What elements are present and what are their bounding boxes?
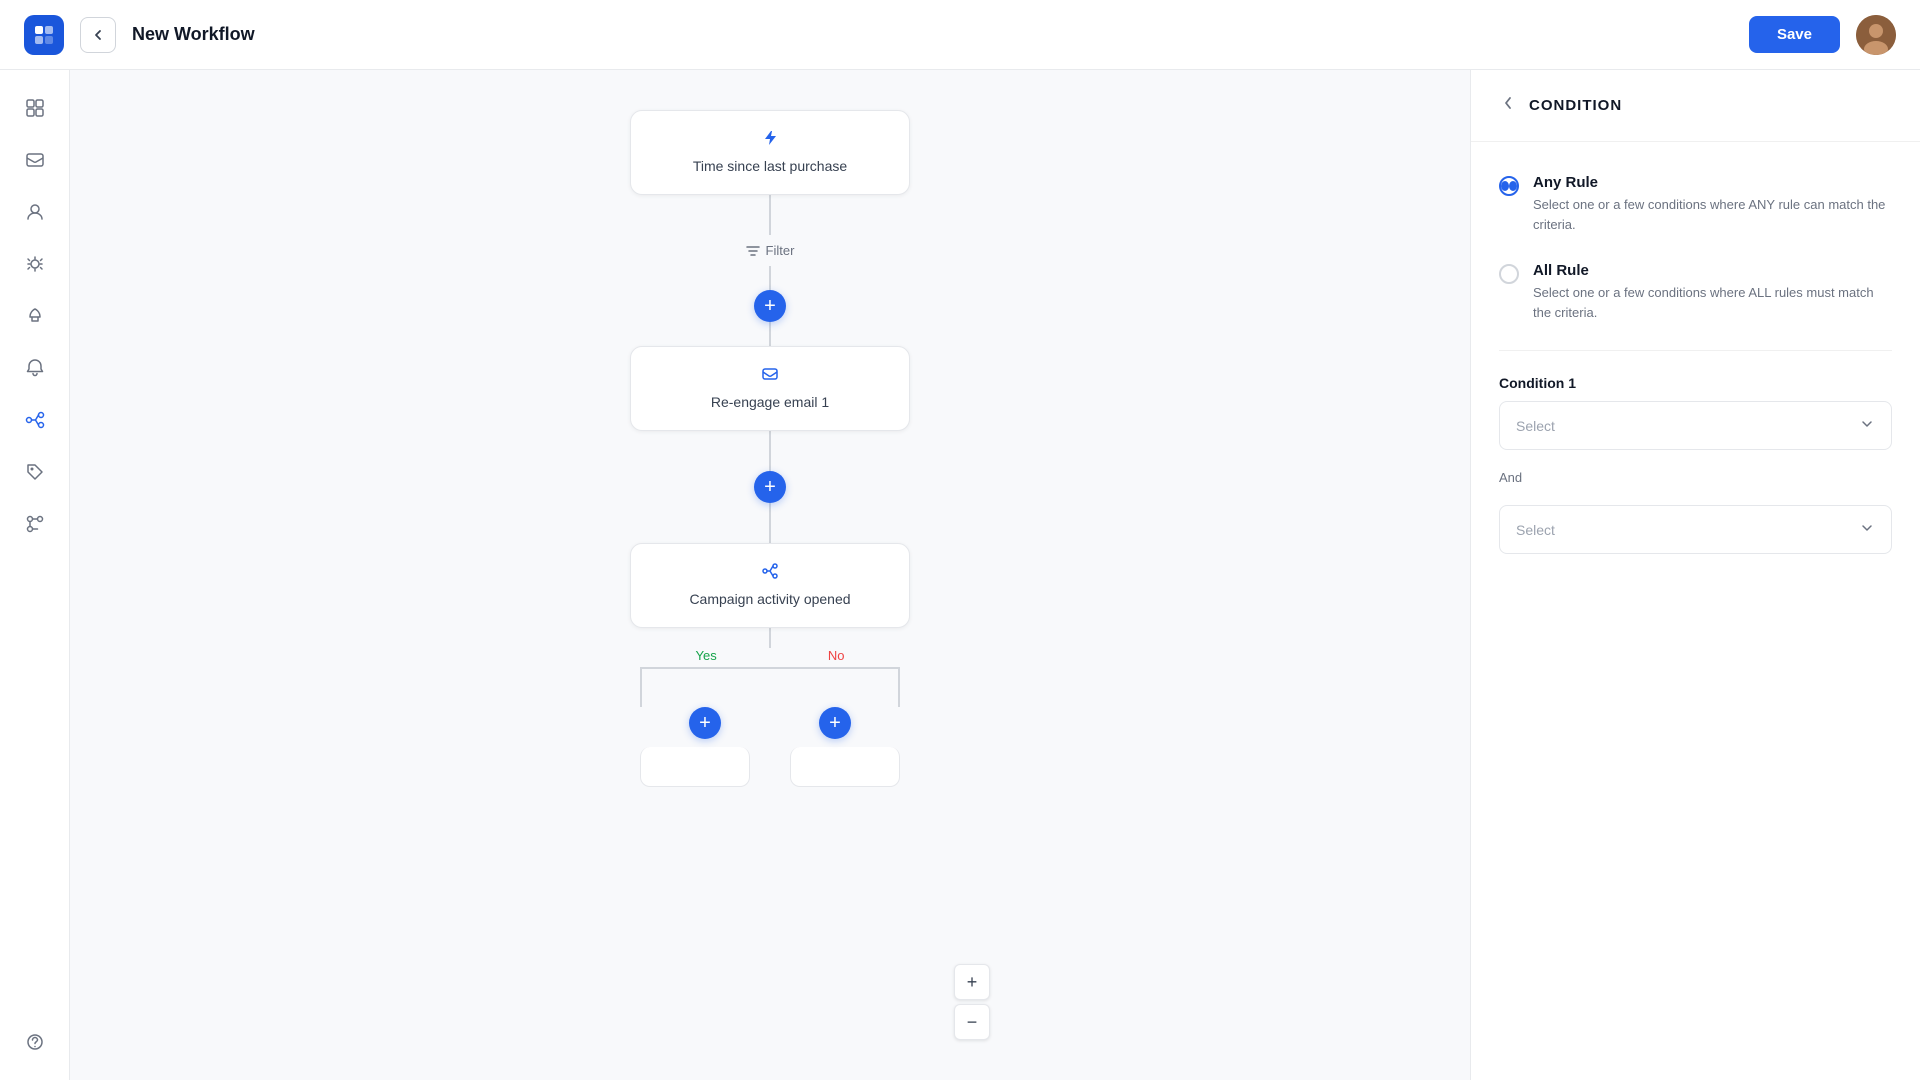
condition-1-placeholder: Select [1516,418,1555,434]
chevron-down-icon-2 [1859,520,1875,539]
app-logo [24,15,64,55]
branch-plus-row: + + [640,707,900,739]
branch-no-label: No [828,648,845,663]
chevron-down-icon-1 [1859,416,1875,435]
all-rule-label: All Rule [1533,262,1892,279]
panel-title: CONDITION [1529,97,1622,114]
avatar [1856,15,1896,55]
zoom-in-button[interactable]: + [954,964,990,1000]
panel-back-button[interactable] [1499,94,1517,117]
sidebar-item-contacts[interactable] [13,138,57,182]
all-rule-content: All Rule Select one or a few conditions … [1533,262,1892,322]
workflow-node-email[interactable]: Re-engage email 1 [630,346,910,431]
connector-3 [769,322,771,346]
condition-2-placeholder: Select [1516,522,1555,538]
sidebar-item-notifications[interactable] [13,346,57,390]
node-email-label: Re-engage email 1 [711,394,829,410]
mail-icon [663,365,877,388]
any-rule-radio[interactable] [1499,176,1519,196]
connector-5 [769,503,771,543]
condition-1-select[interactable]: Select [1499,401,1892,450]
panel-header: CONDITION [1471,70,1920,142]
and-label: And [1499,470,1892,485]
workflow-node-condition[interactable]: Campaign activity opened [630,543,910,628]
connector-2 [769,266,771,290]
sidebar-item-integrations[interactable] [13,502,57,546]
zoom-controls: + − [954,964,990,1040]
branch-bottom-right [790,747,900,787]
sidebar-item-workflows[interactable] [13,398,57,442]
sidebar-item-tags[interactable] [13,450,57,494]
branch-bottom-nodes [640,747,900,787]
sidebar-item-help[interactable] [13,1020,57,1064]
branch-yes-label: Yes [696,648,717,663]
add-node-button-yes[interactable]: + [689,707,721,739]
top-nav: New Workflow Save [0,0,1920,70]
condition-1-label: Condition 1 [1499,375,1892,391]
branch-left-v [640,667,642,707]
back-button[interactable] [80,17,116,53]
sidebar-item-campaigns[interactable] [13,242,57,286]
all-rule-option[interactable]: All Rule Select one or a few conditions … [1499,258,1892,326]
add-node-button-2[interactable]: + [754,471,786,503]
add-node-button-no[interactable]: + [819,707,851,739]
sidebar-item-dashboard[interactable] [13,86,57,130]
save-button[interactable]: Save [1749,16,1840,53]
branch-bottom-left [640,747,750,787]
all-rule-radio[interactable] [1499,264,1519,284]
condition-1-section: Condition 1 Select [1499,375,1892,450]
branch-area: Yes No + + [620,628,920,787]
sidebar-item-profile[interactable] [13,190,57,234]
node-trigger-label: Time since last purchase [693,158,847,174]
branch-labels: Yes No [640,648,900,663]
filter-label: Filter [746,243,795,258]
any-rule-option[interactable]: Any Rule Select one or a few conditions … [1499,170,1892,238]
all-rule-description: Select one or a few conditions where ALL… [1533,283,1892,322]
branch-icon [663,562,877,585]
sidebar-item-launches[interactable] [13,294,57,338]
page-title: New Workflow [132,24,255,45]
branch-right-v [898,667,900,707]
branch-left-h [640,667,770,669]
add-node-button-1[interactable]: + [754,290,786,322]
sidebar [0,70,70,1080]
right-panel: CONDITION Any Rule Select one or a few c… [1470,70,1920,1080]
zoom-out-button[interactable]: − [954,1004,990,1040]
panel-body: Any Rule Select one or a few conditions … [1471,142,1920,582]
branch-horizontal [640,667,900,707]
condition-2-select[interactable]: Select [1499,505,1892,554]
connector-4 [769,431,771,471]
main-layout: Time since last purchase Filter + [0,70,1920,1080]
connector-1 [769,195,771,235]
workflow-node-trigger[interactable]: Time since last purchase [630,110,910,195]
branch-v-top [769,628,771,648]
node-condition-label: Campaign activity opened [689,591,850,607]
workflow-canvas: Time since last purchase Filter + [70,70,1470,1080]
condition-2-section: Select [1499,505,1892,554]
any-rule-content: Any Rule Select one or a few conditions … [1533,174,1892,234]
workflow-nodes: Time since last purchase Filter + [470,110,1070,1040]
branch-right-h [770,667,900,669]
panel-divider [1499,350,1892,351]
any-rule-description: Select one or a few conditions where ANY… [1533,195,1892,234]
any-rule-label: Any Rule [1533,174,1892,191]
bolt-icon [663,129,877,152]
